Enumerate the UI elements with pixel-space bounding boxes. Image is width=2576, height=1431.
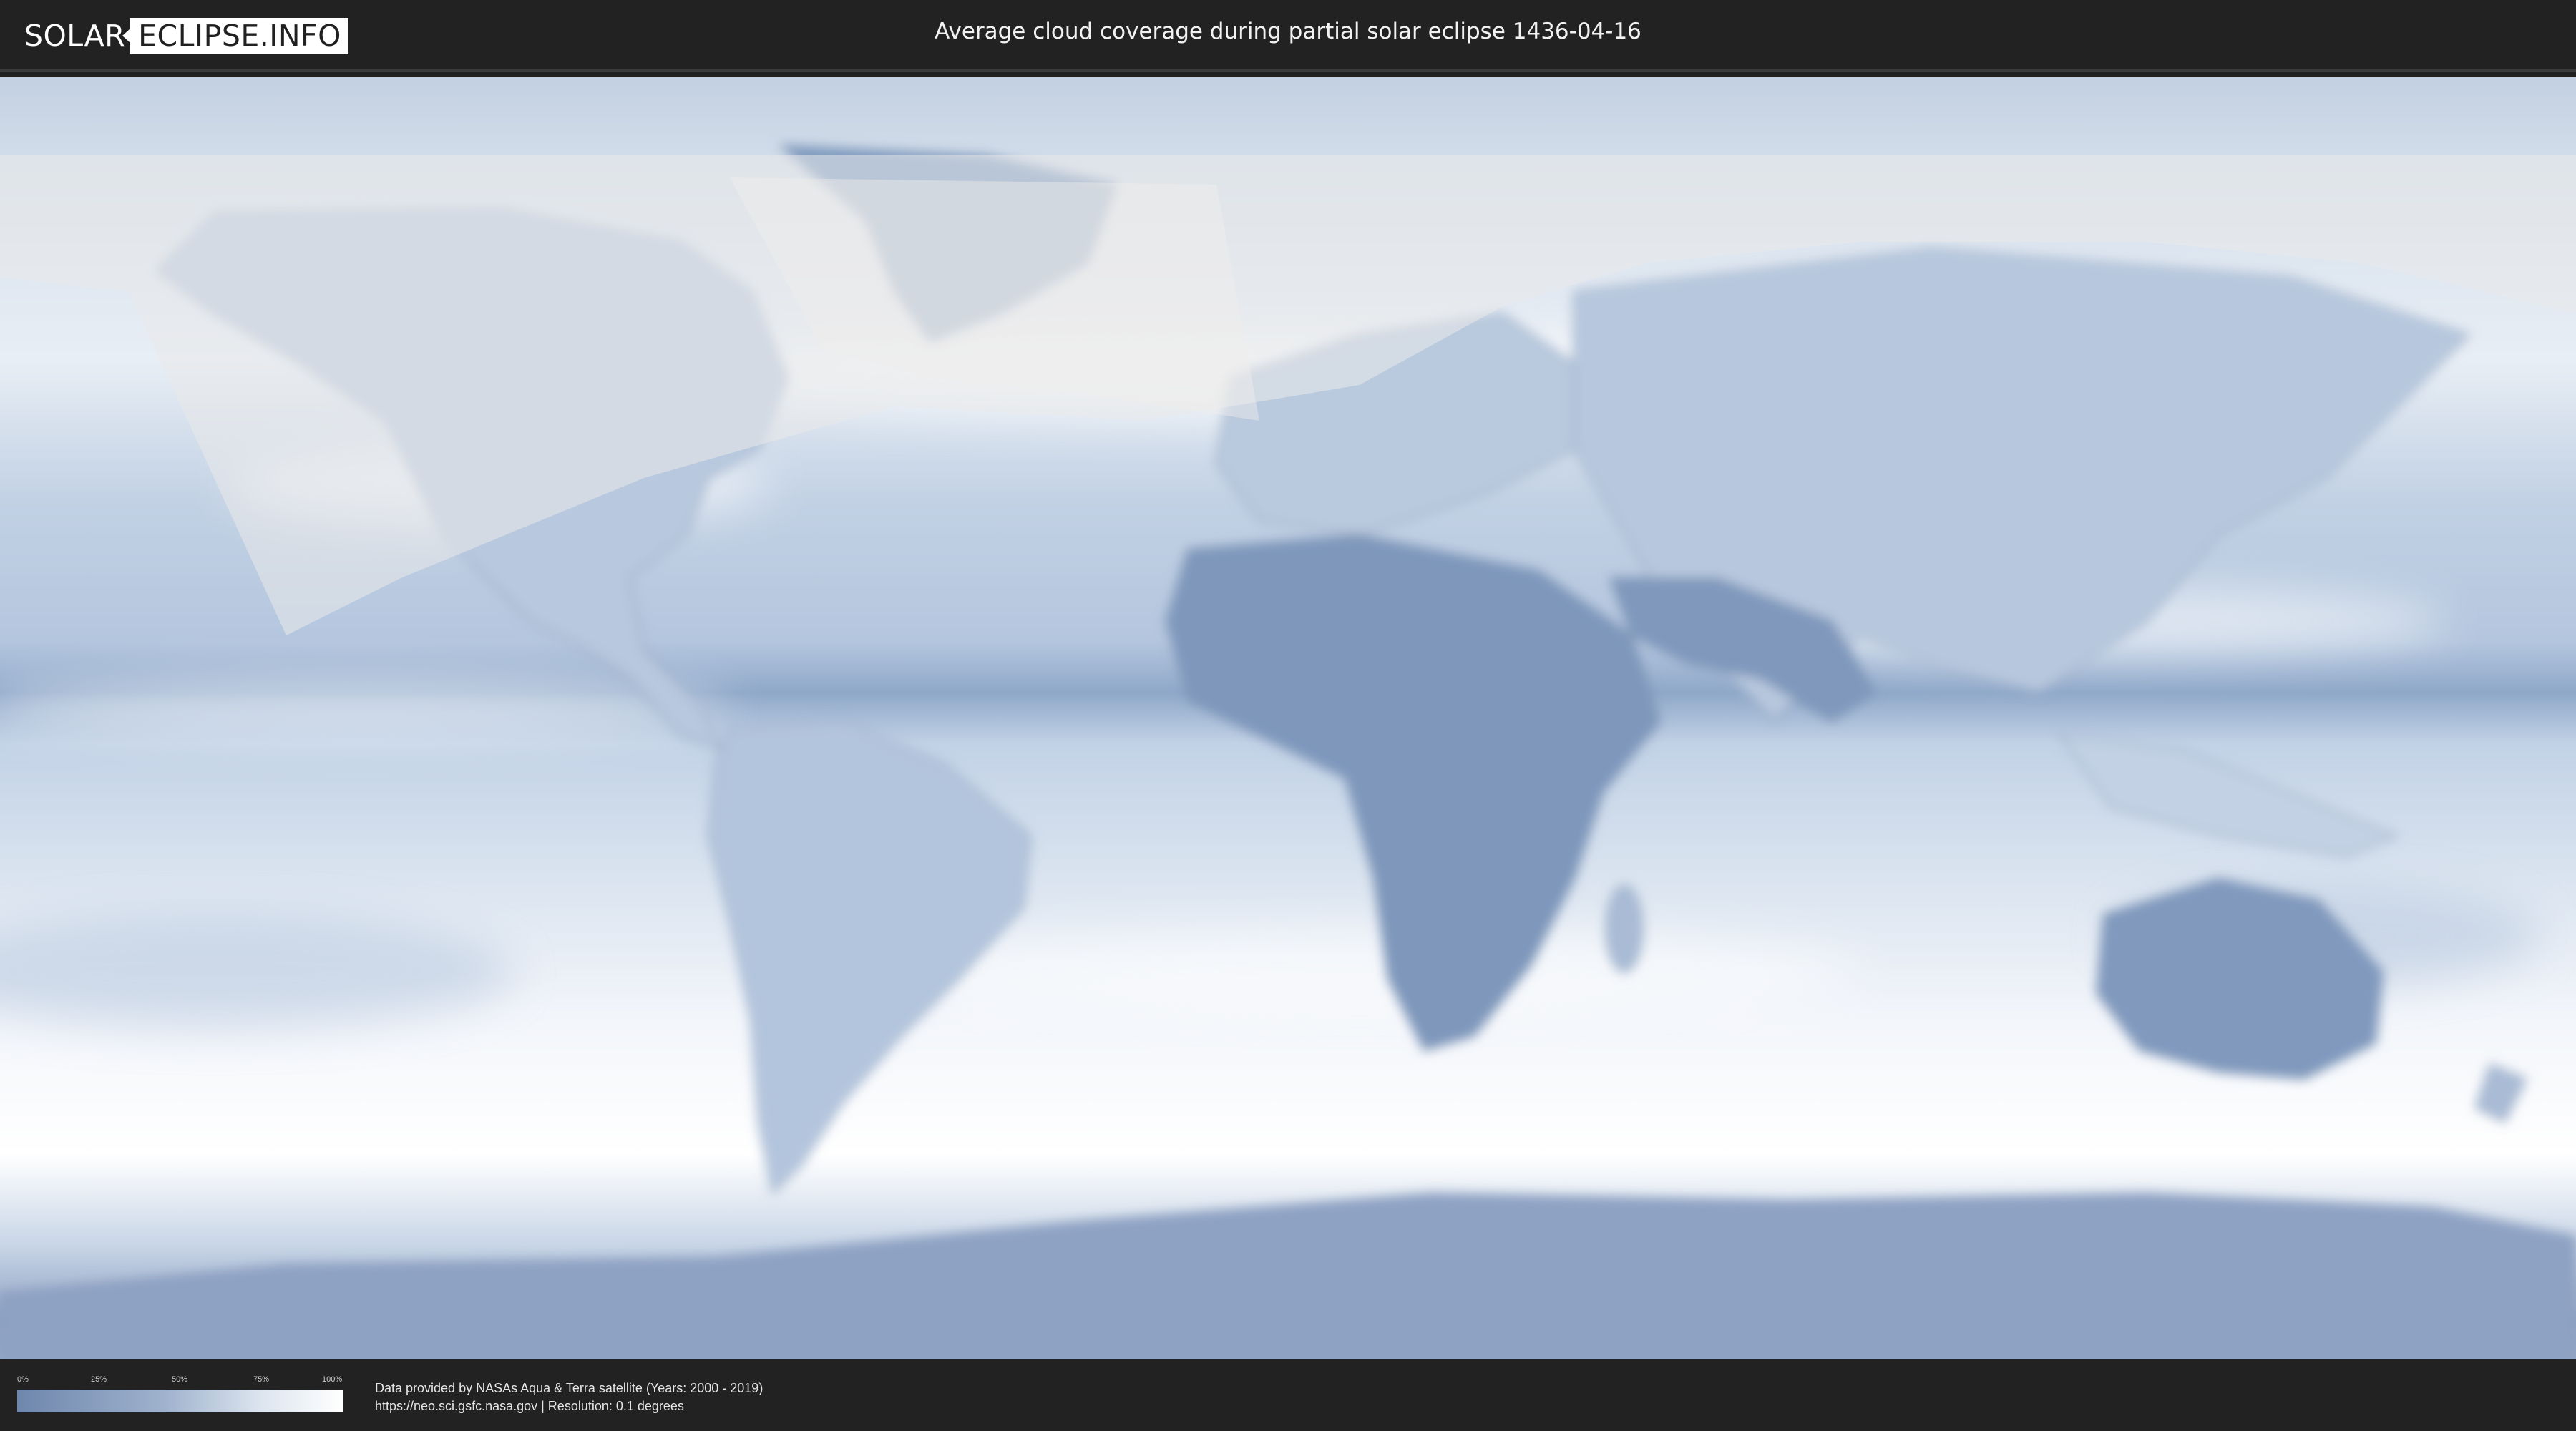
header-bar: SOLAR ECLIPSE.INFO Average cloud coverag… <box>0 0 2576 72</box>
cloud-coverage-legend: 0% 25% 50% 75% 100% <box>17 1375 343 1414</box>
credits-source: Data provided by NASAs Aqua & Terra sate… <box>375 1381 763 1395</box>
legend-color-bar <box>17 1390 343 1412</box>
legend-tick-100: 100% <box>322 1375 343 1384</box>
legend-tick-25: 25% <box>91 1375 107 1384</box>
map-canvas <box>0 77 2576 1359</box>
data-credits: Data provided by NASAs Aqua & Terra sate… <box>375 1379 763 1415</box>
credits-url[interactable]: https://neo.sci.gsfc.nasa.gov | Resoluti… <box>375 1397 763 1415</box>
page-title: Average cloud coverage during partial so… <box>935 19 1641 44</box>
legend-tick-75: 75% <box>253 1375 270 1384</box>
madagascar <box>1606 885 1643 972</box>
legend-tick-0: 0% <box>17 1375 29 1384</box>
cloud-coverage-map[interactable] <box>0 77 2576 1359</box>
legend-ticks: 0% 25% 50% 75% 100% <box>17 1375 343 1387</box>
legend-tick-50: 50% <box>172 1375 188 1384</box>
